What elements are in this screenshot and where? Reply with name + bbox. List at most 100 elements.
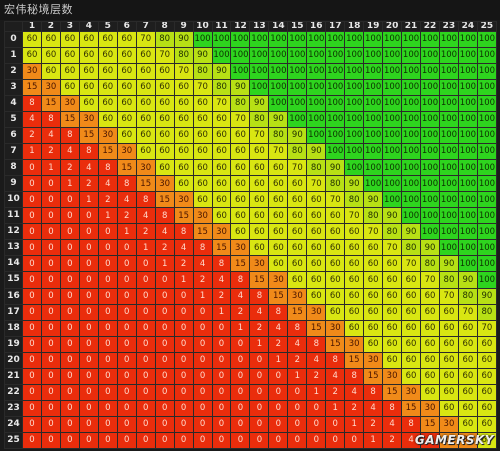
- table-cell: 0: [97, 271, 118, 289]
- table-cell: 100: [401, 63, 422, 81]
- table-cell: 0: [22, 207, 42, 225]
- table-cell: 100: [325, 127, 346, 145]
- table-cell: 60: [401, 367, 422, 385]
- table-cell: 0: [22, 367, 42, 385]
- table-cell: 1: [344, 415, 365, 433]
- table-cell: 0: [211, 319, 232, 337]
- table-cell: 4: [363, 399, 384, 417]
- table-cell: 60: [192, 175, 213, 193]
- table-cell: 0: [22, 223, 42, 241]
- table-cell: 0: [135, 335, 156, 353]
- page-title: 宏伟秘境层数: [0, 0, 500, 20]
- table-cell: 0: [59, 415, 80, 433]
- table-cell: 0: [230, 415, 251, 433]
- table-cell: 100: [344, 143, 365, 161]
- table-cell: 0: [173, 319, 194, 337]
- row-header: 10: [4, 191, 23, 209]
- table-row: 3 15 30 60 60 60 60 60 60 60 70 80 90 100 100 100 100 100…: [4, 79, 498, 97]
- table-cell: 0: [135, 303, 156, 321]
- table-cell: 60: [306, 223, 327, 241]
- table-cell: 0: [135, 271, 156, 289]
- table-cell: 100: [287, 95, 308, 113]
- row-header: 3: [4, 79, 23, 97]
- table-cell: 2: [344, 399, 365, 417]
- table-cell: 60: [268, 175, 289, 193]
- table-cell: 2: [230, 303, 251, 321]
- table-cell: 0: [230, 367, 251, 385]
- table-cell: 60: [268, 223, 289, 241]
- table-cell: 100: [476, 159, 498, 177]
- table-cell: 0: [59, 239, 80, 257]
- table-cell: 15: [78, 127, 99, 145]
- table-cell: 60: [22, 47, 42, 65]
- table-cell: 0: [59, 431, 80, 450]
- table-cell: 100: [382, 95, 403, 113]
- table-cell: 0: [249, 415, 270, 433]
- table-cell: 60: [457, 351, 478, 369]
- table-cell: 60: [287, 271, 308, 289]
- table-cell: 15: [154, 191, 175, 209]
- table-cell: 90: [382, 207, 403, 225]
- table-row: 10 0 0 0 1 2 4 8 15 30 60 60 60 60 60 60 60 70 80 90 100 100 1…: [4, 191, 498, 209]
- table-cell: 100: [476, 255, 498, 273]
- table-cell: 15: [59, 111, 80, 129]
- table-cell: 0: [173, 303, 194, 321]
- table-cell: 60: [420, 383, 440, 401]
- table-cell: 0: [78, 303, 99, 321]
- table-cell: 2: [306, 367, 327, 385]
- table-cell: 30: [135, 159, 156, 177]
- table-cell: 2: [249, 319, 270, 337]
- table-cell: 90: [287, 127, 308, 145]
- table-cell: 0: [249, 431, 270, 450]
- table-cell: 60: [78, 30, 99, 49]
- table-cell: 100: [268, 63, 289, 81]
- table-cell: 60: [211, 175, 232, 193]
- table-cell: 15: [230, 255, 251, 273]
- table-cell: 100: [306, 79, 327, 97]
- table-cell: 0: [287, 383, 308, 401]
- table-cell: 100: [363, 47, 384, 65]
- table-cell: 90: [420, 239, 440, 257]
- table-cell: 100: [457, 207, 478, 225]
- table-cell: 0: [97, 335, 118, 353]
- table-cell: 100: [382, 175, 403, 193]
- table-cell: 60: [306, 239, 327, 257]
- column-header-row: 1 2 3 4 5 6 7 8 9 10 11 12 13 14 15 16 17 18 19 20 21 22 23 24 2…: [4, 21, 498, 32]
- table-cell: 8: [154, 207, 175, 225]
- column-header: 5: [97, 21, 118, 32]
- row-header: 17: [4, 303, 23, 321]
- table-cell: 60: [154, 143, 175, 161]
- table-cell: 60: [401, 335, 422, 353]
- table-cell: 0: [59, 367, 80, 385]
- table-cell: 100: [382, 47, 403, 65]
- table-cell: 60: [476, 335, 498, 353]
- table-cell: 100: [420, 95, 440, 113]
- table-cell: 70: [287, 159, 308, 177]
- table-cell: 2: [173, 255, 194, 273]
- table-cell: 0: [40, 383, 61, 401]
- table-cell: 100: [344, 127, 365, 145]
- table-cell: 100: [382, 143, 403, 161]
- table-cell: 0: [97, 367, 118, 385]
- table-cell: 100: [382, 191, 403, 209]
- table-cell: 60: [249, 207, 270, 225]
- table-cell: 100: [457, 111, 478, 129]
- table-cell: 60: [476, 367, 498, 385]
- table-cell: 100: [438, 159, 459, 177]
- table-cell: 0: [40, 367, 61, 385]
- table-cell: 0: [268, 399, 289, 417]
- table-cell: 30: [420, 399, 440, 417]
- table-cell: 8: [230, 271, 251, 289]
- table-cell: 4: [268, 319, 289, 337]
- table-cell: 0: [230, 383, 251, 401]
- table-cell: 60: [135, 95, 156, 113]
- table-cell: 100: [325, 143, 346, 161]
- table-cell: 100: [420, 175, 440, 193]
- table-cell: 100: [344, 47, 365, 65]
- column-header: 3: [59, 21, 80, 32]
- table-cell: 0: [40, 351, 61, 369]
- table-cell: 60: [287, 175, 308, 193]
- row-header: 25: [4, 431, 23, 450]
- table-row: 1 60 60 60 60 60 60 60 70 80 90 100 100 100 100 100 100 1…: [4, 47, 498, 65]
- table-cell: 0: [97, 255, 118, 273]
